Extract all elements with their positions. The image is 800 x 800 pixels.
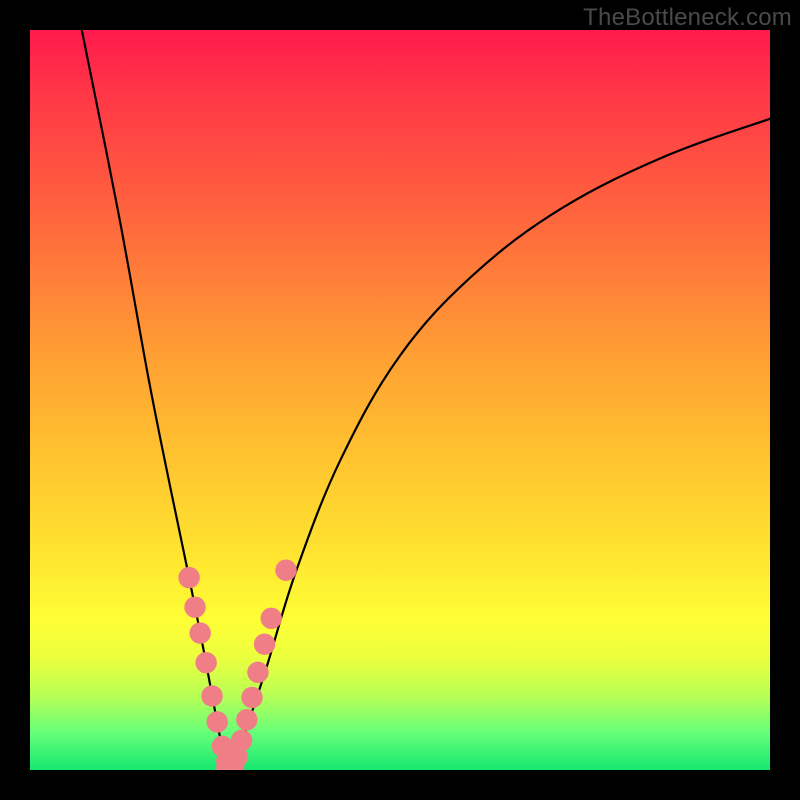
bead-right (275, 559, 296, 580)
bead-bottom (216, 756, 239, 770)
curve-right (230, 119, 770, 770)
bead-right (223, 756, 244, 770)
bead-left (201, 685, 222, 706)
bead-bottom (221, 757, 244, 770)
bead-left (178, 567, 199, 588)
bead-bottom (218, 758, 241, 770)
bead-right (226, 746, 247, 767)
bead-left (212, 736, 233, 757)
bead-left (216, 750, 237, 770)
bead-right (236, 709, 257, 730)
curve-layer (30, 30, 770, 770)
bead-right (261, 608, 282, 629)
chart-frame: TheBottleneck.com (0, 0, 800, 800)
curve-left (82, 30, 230, 770)
bead-left (195, 652, 216, 673)
plot-area (30, 30, 770, 770)
bead-right (231, 730, 252, 751)
bead-right (254, 633, 275, 654)
watermark-text: TheBottleneck.com (583, 4, 792, 32)
bead-left (206, 711, 227, 732)
bead-left (184, 596, 205, 617)
bead-right (241, 687, 262, 708)
bead-right (247, 662, 268, 683)
bead-left (189, 622, 210, 643)
beads-group (178, 559, 296, 770)
